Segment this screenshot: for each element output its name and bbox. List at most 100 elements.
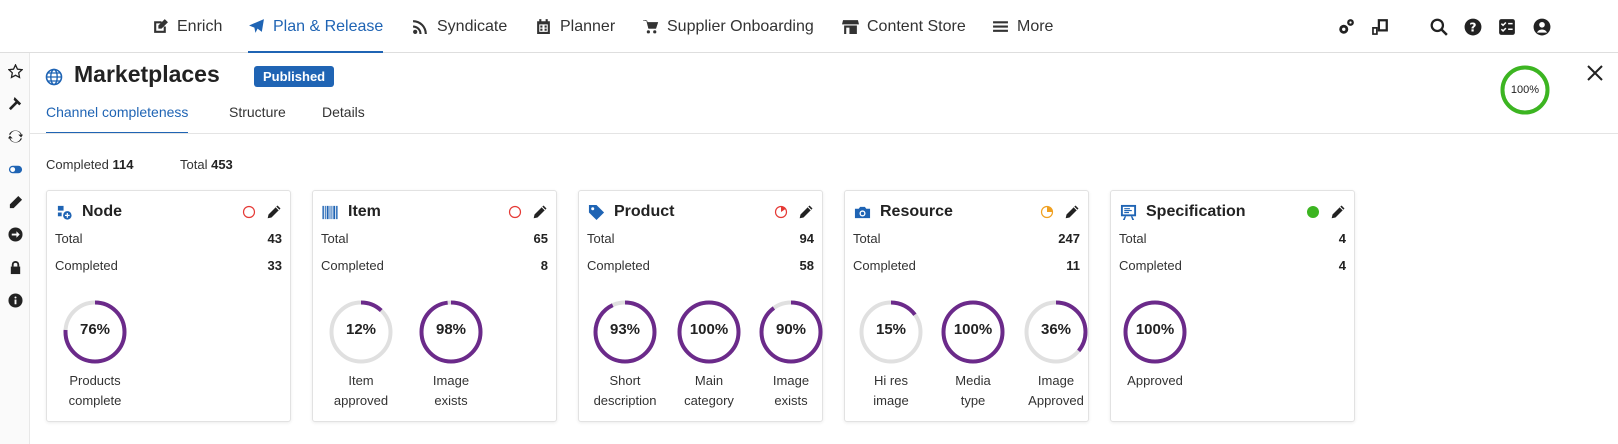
gauge-label-line2: image bbox=[873, 393, 909, 408]
camera-icon bbox=[853, 203, 871, 221]
completed-label: Completed bbox=[853, 258, 916, 273]
completed-row: Completed 8 bbox=[321, 258, 548, 273]
edit-pencil-icon[interactable] bbox=[266, 204, 282, 220]
gauge-label-line1: Media bbox=[955, 373, 991, 388]
card-title: Node bbox=[82, 203, 122, 220]
nav-planner[interactable]: Planner bbox=[535, 0, 615, 53]
help-icon[interactable]: ? bbox=[1463, 17, 1483, 37]
nav-label: Plan & Release bbox=[273, 17, 384, 35]
gauge-label-line2: type bbox=[960, 393, 986, 408]
card-header: Node bbox=[55, 201, 282, 223]
hammer-icon[interactable] bbox=[7, 95, 24, 112]
globe-icon bbox=[45, 68, 63, 86]
card-header: Product bbox=[587, 201, 814, 223]
rss-icon bbox=[413, 20, 427, 34]
nav-more[interactable]: More bbox=[992, 0, 1053, 53]
gauge-label-line2: approved bbox=[333, 393, 389, 408]
nav-content-store[interactable]: Content Store bbox=[842, 0, 966, 53]
overall-completion-label: 100% bbox=[1510, 84, 1540, 96]
gauge-label-line2: exists bbox=[434, 393, 468, 408]
nav-enrich[interactable]: Enrich bbox=[152, 0, 222, 53]
close-icon[interactable] bbox=[1585, 63, 1605, 83]
gauge-label: Main category bbox=[673, 371, 745, 411]
gauge-percent: 93% bbox=[609, 321, 641, 338]
status-badge: Published bbox=[254, 66, 335, 87]
hamburger-icon bbox=[993, 21, 1008, 32]
checklist-icon[interactable] bbox=[1497, 17, 1517, 37]
gauge-percent: 12% bbox=[345, 321, 377, 338]
user-icon[interactable] bbox=[1532, 17, 1552, 37]
toggle-icon[interactable] bbox=[7, 161, 24, 178]
completed-label: Completed bbox=[1119, 258, 1182, 273]
lock-icon[interactable] bbox=[7, 259, 24, 276]
edit-pencil-icon[interactable] bbox=[798, 204, 814, 220]
arrow-circle-icon[interactable] bbox=[7, 226, 24, 243]
pencil-icon[interactable] bbox=[7, 194, 24, 211]
barcode-icon bbox=[321, 203, 339, 221]
card-header: Item bbox=[321, 201, 548, 223]
tab-structure[interactable]: Structure bbox=[229, 104, 286, 134]
total-row: Total 94 bbox=[587, 231, 814, 246]
tab-details[interactable]: Details bbox=[322, 104, 365, 134]
tab-channel-completeness[interactable]: Channel completeness bbox=[46, 104, 189, 134]
total-value: 65 bbox=[533, 231, 548, 246]
gauge-label: Image exists bbox=[415, 371, 487, 411]
edit-pencil-icon[interactable] bbox=[532, 204, 548, 220]
summary-total-label: Total bbox=[180, 157, 208, 172]
status-empty-icon bbox=[508, 205, 522, 219]
gauge-label: Short description bbox=[589, 371, 661, 411]
cart-icon bbox=[643, 20, 659, 34]
completed-value: 4 bbox=[1338, 258, 1346, 273]
completion-gauge: 93% Short description bbox=[589, 299, 661, 411]
gauge-label: Hi res image bbox=[855, 371, 927, 411]
spec-board-icon bbox=[1119, 203, 1137, 221]
card-title: Resource bbox=[880, 203, 953, 220]
edit-pencil-icon[interactable] bbox=[1330, 204, 1346, 220]
summary-completed-value: 114 bbox=[112, 157, 134, 172]
card-node: Node Total 43 Completed 33 76% Products complet… bbox=[46, 190, 291, 422]
nav-supplier-onboarding[interactable]: Supplier Onboarding bbox=[642, 0, 814, 53]
header-divider bbox=[30, 133, 1618, 134]
total-row: Total 65 bbox=[321, 231, 548, 246]
completed-label: Completed bbox=[55, 258, 118, 273]
gauge-percent: 100% bbox=[689, 321, 729, 338]
gauge-percent: 90% bbox=[775, 321, 807, 338]
gears-icon[interactable] bbox=[1336, 17, 1356, 37]
total-label: Total bbox=[853, 231, 881, 246]
completion-gauge: 100% Approved bbox=[1119, 299, 1191, 391]
device-icon[interactable] bbox=[1370, 17, 1390, 37]
gauge-percent: 76% bbox=[79, 321, 111, 338]
nav-label: Supplier Onboarding bbox=[667, 17, 814, 35]
status-empty-icon bbox=[242, 205, 256, 219]
total-value: 43 bbox=[267, 231, 282, 246]
gauge-percent: 36% bbox=[1040, 321, 1072, 338]
nav-label: More bbox=[1017, 17, 1054, 35]
completed-value: 11 bbox=[1066, 258, 1080, 273]
status-partial-mid-icon bbox=[1040, 205, 1054, 219]
completion-gauge: 100% Media type bbox=[937, 299, 1009, 411]
search-icon[interactable] bbox=[1429, 17, 1449, 37]
completed-row: Completed 11 bbox=[853, 258, 1080, 273]
gauge-label: Approved bbox=[1119, 371, 1191, 391]
card-header: Resource bbox=[853, 201, 1080, 223]
total-value: 4 bbox=[1338, 231, 1346, 246]
card-title: Product bbox=[614, 203, 675, 220]
gauge-label-line1: Image bbox=[772, 373, 810, 388]
gauge-label: Image Approved bbox=[1020, 371, 1092, 411]
node-icon bbox=[55, 203, 73, 221]
card-title: Item bbox=[348, 203, 381, 220]
store-icon bbox=[842, 20, 859, 34]
info-icon[interactable] bbox=[7, 292, 24, 309]
nav-syndicate[interactable]: Syndicate bbox=[412, 0, 507, 53]
nav-plan-release[interactable]: Plan & Release bbox=[248, 0, 384, 53]
gauge-label-line2: complete bbox=[68, 393, 122, 408]
completed-label: Completed bbox=[587, 258, 650, 273]
completed-value: 8 bbox=[540, 258, 548, 273]
nav-label: Enrich bbox=[177, 17, 223, 35]
sync-icon[interactable] bbox=[7, 128, 24, 145]
gauge-label: Image exists bbox=[755, 371, 827, 411]
star-icon[interactable] bbox=[7, 63, 24, 80]
completion-gauge: 36% Image Approved bbox=[1020, 299, 1092, 411]
gauge-label-line1: Hi res bbox=[874, 373, 908, 388]
edit-pencil-icon[interactable] bbox=[1064, 204, 1080, 220]
